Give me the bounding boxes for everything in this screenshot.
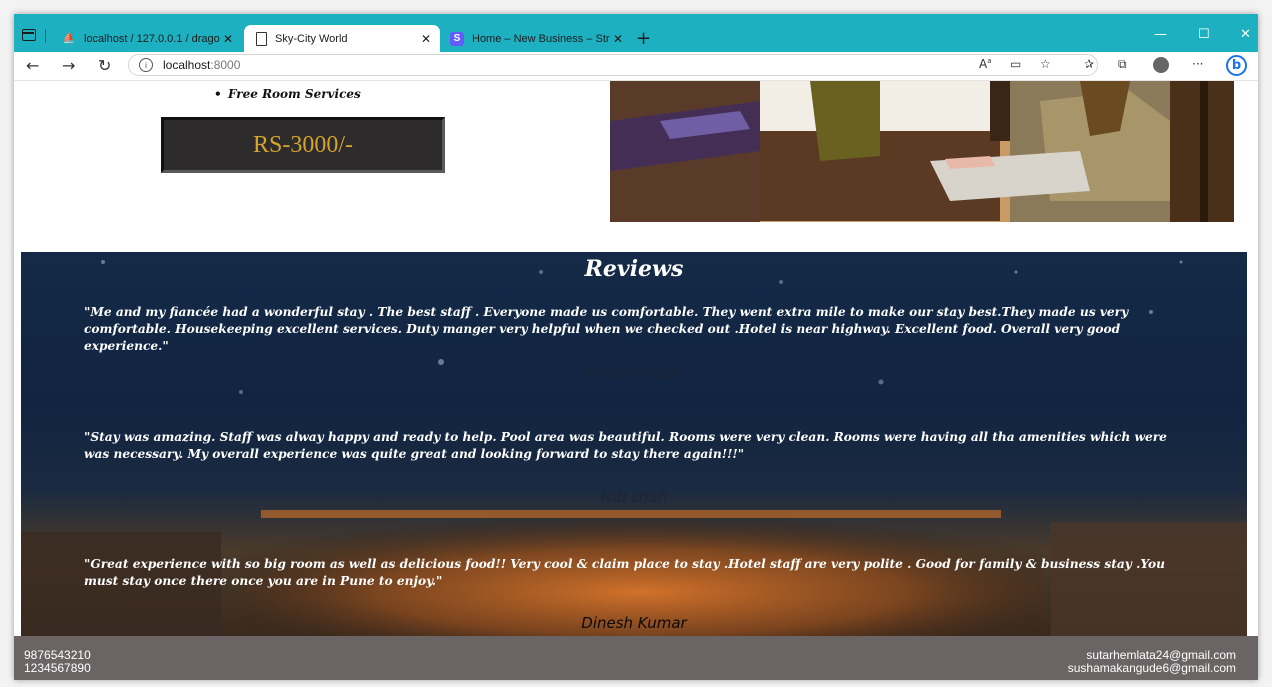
review-text: "Stay was amazing. Staff was alway happy… (84, 430, 1167, 461)
amenity-item: Free Room Services (214, 87, 361, 101)
reviews-title: Reviews (584, 256, 684, 282)
bing-icon[interactable]: b (1226, 55, 1247, 76)
collections-icon[interactable]: ⧉ (1118, 57, 1127, 72)
minimize-icon[interactable]: — (1154, 27, 1167, 42)
review-text: "Great experience with so big room as we… (84, 557, 1165, 588)
close-icon[interactable]: ✕ (418, 32, 434, 46)
review-author: Vilas Kamble (585, 364, 683, 382)
refresh-icon[interactable]: ↻ (98, 56, 111, 75)
footer: 9876543210 1234567890 sutarhemlata24@gma… (14, 636, 1258, 680)
document-icon (256, 31, 267, 46)
tab-actions-icon[interactable] (22, 29, 36, 41)
tab-label: Home – New Business – Stripe [T (472, 32, 610, 45)
tab-sky-city-world[interactable]: Sky-City World ✕ (244, 25, 440, 52)
contact-emails: sutarhemlata24@gmail.com sushamakangude6… (1068, 649, 1236, 675)
new-tab-icon[interactable]: + (636, 28, 651, 49)
page-content: Free Room Services RS-3000/- (14, 81, 1258, 680)
room-photo-image (610, 81, 1234, 222)
tab-label: localhost / 127.0.0.1 / dragonho (84, 32, 220, 45)
info-icon[interactable]: i (139, 58, 153, 72)
maximize-icon[interactable]: ☐ (1198, 27, 1210, 42)
reviews-section: Reviews "Me and my fiancée had a wonderf… (21, 252, 1247, 636)
email-address: sushamakangude6@gmail.com (1067, 661, 1236, 675)
divider (45, 29, 46, 43)
url-port: :8000 (210, 58, 241, 72)
phpmyadmin-icon: ⛵ (62, 33, 76, 44)
contact-phones: 9876543210 1234567890 (24, 649, 91, 675)
tab-strip: ⛵ localhost / 127.0.0.1 / dragonho ✕ Sky… (14, 14, 1258, 52)
tab-phpmyadmin[interactable]: ⛵ localhost / 127.0.0.1 / dragonho ✕ (52, 25, 242, 52)
profile-icon[interactable] (1153, 57, 1169, 73)
navigation-bar: ← → ↻ i localhost:8000 Aa ▭ ☆ ✰ ⧉ ··· b (14, 52, 1258, 81)
review-author: Dinesh Kumar (581, 614, 687, 632)
tab-stripe[interactable]: S Home – New Business – Stripe [T ✕ (440, 25, 632, 52)
review-text: "Me and my fiancée had a wonderful stay … (84, 305, 1129, 353)
close-icon[interactable]: ✕ (220, 32, 236, 46)
url-host: localhost (163, 58, 211, 72)
tab-label: Sky-City World (275, 32, 348, 45)
read-aloud-icon[interactable]: Aa (979, 57, 992, 71)
browser-window: ⛵ localhost / 127.0.0.1 / dragonho ✕ Sky… (14, 14, 1258, 680)
price-tag: RS-3000/- (161, 117, 445, 173)
close-icon[interactable]: ✕ (610, 32, 626, 46)
review-author: Niti shah (600, 488, 668, 506)
add-favorite-icon[interactable]: ☆ (1040, 57, 1051, 71)
room-photo (610, 81, 1234, 222)
more-icon[interactable]: ··· (1192, 57, 1203, 71)
phone-number: 1234567890 (24, 661, 91, 675)
back-icon[interactable]: ← (26, 56, 39, 75)
close-window-icon[interactable]: ✕ (1240, 27, 1251, 42)
favorites-icon[interactable]: ✰ (1084, 57, 1094, 71)
stripe-icon: S (450, 31, 464, 46)
forward-icon[interactable]: → (62, 56, 75, 75)
address-bar[interactable]: i localhost:8000 (128, 54, 1098, 76)
reader-view-icon[interactable]: ▭ (1010, 57, 1021, 71)
